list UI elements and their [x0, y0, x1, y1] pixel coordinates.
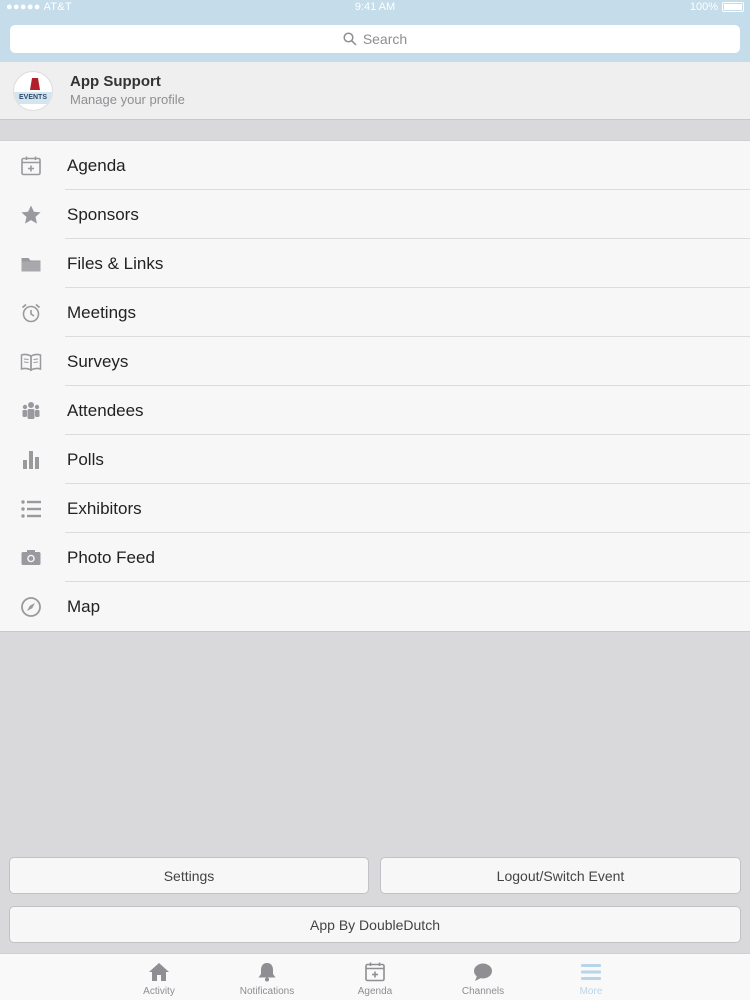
- battery-percent: 100%: [689, 1, 718, 13]
- menu-item-attendees[interactable]: Attendees: [0, 386, 750, 435]
- avatar-label: EVENTS: [14, 92, 52, 104]
- calendar-icon: [19, 154, 43, 178]
- home-icon: [147, 960, 171, 984]
- star-icon: [19, 203, 43, 227]
- status-bar: ●●●●● AT&T 9:41 AM 100%: [0, 0, 750, 16]
- tab-label: More: [579, 986, 603, 997]
- people-icon: [19, 399, 43, 423]
- menu-item-label: Attendees: [67, 400, 144, 420]
- battery-icon: [722, 2, 744, 12]
- search-input[interactable]: Search: [10, 25, 740, 53]
- tab-bar: Activity Notifications Agenda Channels M…: [0, 953, 750, 1000]
- alarm-clock-icon: [19, 301, 43, 325]
- search-bar-container: Search: [0, 16, 750, 62]
- tab-channels[interactable]: Channels: [429, 954, 537, 1000]
- profile-row[interactable]: EVENTS App Support Manage your profile: [0, 62, 750, 120]
- menu-item-map[interactable]: Map: [0, 582, 750, 631]
- avatar: EVENTS: [13, 71, 53, 111]
- menu-item-meetings[interactable]: Meetings: [0, 288, 750, 337]
- chat-bubble-icon: [471, 960, 495, 984]
- search-icon: [343, 32, 357, 46]
- menu-item-label: Meetings: [67, 302, 136, 322]
- menu-item-label: Exhibitors: [67, 498, 142, 518]
- camera-icon: [19, 546, 43, 570]
- tab-label: Channels: [461, 986, 505, 997]
- menu-item-agenda[interactable]: Agenda: [0, 141, 750, 190]
- menu-item-surveys[interactable]: Surveys: [0, 337, 750, 386]
- app-by-doubledutch-button[interactable]: App By DoubleDutch: [9, 906, 741, 943]
- tab-more[interactable]: More: [537, 954, 645, 1000]
- menu-item-label: Files & Links: [67, 253, 164, 273]
- menu-item-exhibitors[interactable]: Exhibitors: [0, 484, 750, 533]
- list-icon: [19, 497, 43, 521]
- tab-label: Notifications: [239, 986, 295, 997]
- menu-lines-icon: [579, 960, 603, 984]
- compass-icon: [19, 595, 43, 619]
- menu-item-label: Agenda: [67, 155, 126, 175]
- folder-icon: [19, 252, 43, 276]
- more-menu-list: Agenda Sponsors Files & Links Meetings S…: [0, 140, 750, 632]
- profile-subtitle: Manage your profile: [70, 92, 185, 107]
- menu-item-polls[interactable]: Polls: [0, 435, 750, 484]
- tab-label: Activity: [143, 986, 175, 997]
- settings-button[interactable]: Settings: [9, 857, 369, 894]
- book-icon: [19, 350, 43, 374]
- menu-item-sponsors[interactable]: Sponsors: [0, 190, 750, 239]
- menu-item-label: Map: [67, 596, 101, 616]
- profile-name: App Support: [70, 73, 161, 90]
- logout-switch-event-button[interactable]: Logout/Switch Event: [380, 857, 741, 894]
- status-time: 9:41 AM: [354, 1, 396, 13]
- tab-notifications[interactable]: Notifications: [213, 954, 321, 1000]
- tab-activity[interactable]: Activity: [105, 954, 213, 1000]
- battery-indicator: 100%: [690, 1, 744, 13]
- menu-item-label: Polls: [67, 449, 104, 469]
- bar-chart-icon: [19, 448, 43, 472]
- search-placeholder: Search: [362, 31, 408, 47]
- menu-item-photo-feed[interactable]: Photo Feed: [0, 533, 750, 582]
- menu-item-label: Sponsors: [67, 204, 139, 224]
- tab-agenda[interactable]: Agenda: [321, 954, 429, 1000]
- calendar-icon: [363, 960, 387, 984]
- event-logo-icon: [30, 78, 40, 90]
- menu-item-files-links[interactable]: Files & Links: [0, 239, 750, 288]
- bell-icon: [255, 960, 279, 984]
- menu-item-label: Surveys: [67, 351, 129, 371]
- menu-item-label: Photo Feed: [67, 547, 155, 567]
- tab-label: Agenda: [357, 986, 393, 997]
